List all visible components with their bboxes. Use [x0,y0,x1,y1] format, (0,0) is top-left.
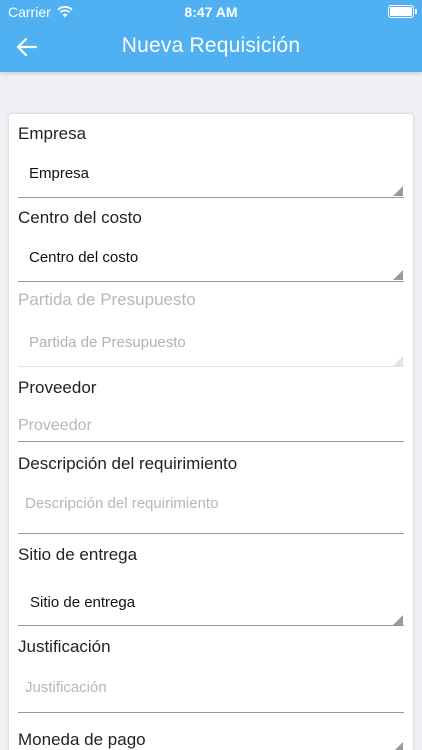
sitio-select-value: Sitio de entrega [30,594,136,611]
descripcion-underline [18,533,404,534]
descripcion-placeholder: Descripción del requirimiento [25,495,219,512]
page-title: Nueva Requisición [121,34,301,57]
partida-underline [18,366,404,367]
empresa-select-value: Empresa [29,165,90,182]
empresa-label: Empresa [18,124,87,143]
app-bar: Nueva Requisición [0,22,422,72]
partida-label: Partida de Presupuesto [18,290,196,309]
dropdown-caret-icon [393,356,403,366]
dropdown-caret-icon [393,270,403,280]
proveedor-underline [18,441,404,442]
battery-icon [388,5,417,18]
status-bar: Carrier 8:47 AM [0,0,422,22]
clock: 8:47 AM [184,4,238,20]
descripcion-label: Descripción del requirimiento [18,454,238,473]
sitio-underline [18,625,404,626]
form-card: Empresa Empresa Centro del costo Centro … [9,114,413,750]
dropdown-caret-icon [393,186,403,196]
justificacion-label: Justificación [18,637,111,656]
justificacion-placeholder: Justificación [25,679,107,696]
centro-costo-label: Centro del costo [18,208,142,227]
dropdown-caret-icon [393,742,403,750]
empresa-underline [18,197,404,198]
dropdown-caret-icon [393,615,403,625]
centro-costo-select-value: Centro del costo [29,249,139,266]
proveedor-label: Proveedor [18,378,97,397]
justificacion-underline [18,712,404,713]
proveedor-placeholder: Proveedor [18,417,92,434]
partida-select-value: Partida de Presupuesto [29,334,186,351]
centro-costo-underline [18,281,404,282]
moneda-label: Moneda de pago [18,730,146,749]
sitio-label: Sitio de entrega [18,545,138,564]
